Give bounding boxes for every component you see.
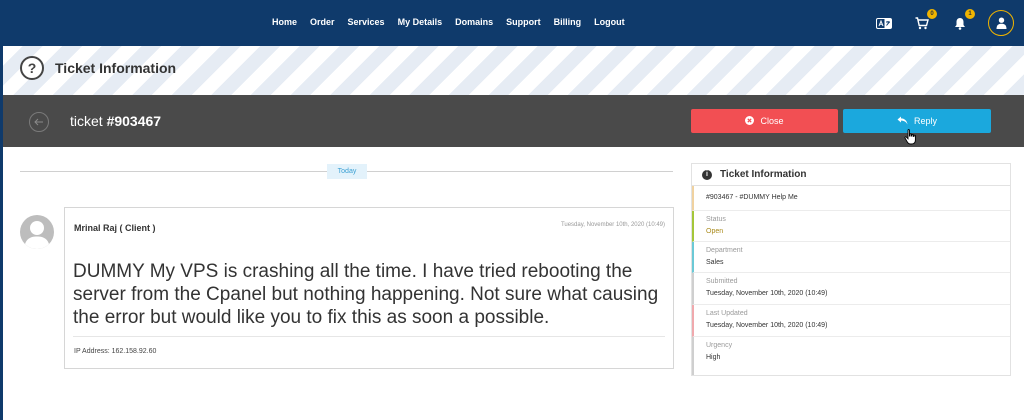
user-icon[interactable]	[988, 10, 1014, 36]
back-arrow-icon[interactable]	[29, 112, 49, 132]
ticket-number: #903467	[106, 113, 162, 129]
info-icon: i	[702, 169, 712, 180]
last-updated-row: Last Updated Tuesday, November 10th, 202…	[692, 305, 1010, 337]
translate-icon[interactable]	[874, 13, 894, 33]
close-ticket-button[interactable]: Close	[691, 109, 838, 133]
message-timestamp: Tuesday, November 10th, 2020 (10:49)	[560, 222, 665, 228]
cursor-icon	[904, 129, 918, 145]
help-icon: ?	[20, 56, 44, 80]
cart-count-badge: 0	[927, 9, 937, 19]
submitted-row: Submitted Tuesday, November 10th, 2020 (…	[692, 273, 1010, 305]
department-label: Department	[706, 247, 743, 254]
nav-home[interactable]: Home	[272, 17, 297, 27]
close-button-label: Close	[760, 116, 784, 126]
day-divider-label: Today	[327, 164, 367, 179]
close-circle-icon	[745, 115, 755, 127]
avatar	[20, 215, 54, 249]
last-updated-value: Tuesday, November 10th, 2020 (10:49)	[706, 322, 828, 329]
nav-my-details[interactable]: My Details	[398, 17, 443, 27]
department-row: Department Sales	[692, 242, 1010, 273]
department-value: Sales	[706, 259, 724, 266]
message-divider	[73, 336, 665, 337]
message-body: DUMMY My VPS is crashing all the time. I…	[73, 261, 659, 328]
reply-icon	[897, 116, 908, 127]
top-navbar: Home Order Services My Details Domains S…	[0, 0, 1024, 46]
main-nav: Home Order Services My Details Domains S…	[272, 17, 638, 27]
ticket-reference: #903467 - #DUMMY Help Me	[706, 194, 798, 201]
ticket-info-panel: i Ticket Information #903467 - #DUMMY He…	[691, 163, 1011, 376]
ticket-info-header: i Ticket Information	[692, 164, 1010, 186]
nav-icon-group: 0 1	[856, 9, 1014, 36]
ticket-heading: ticket #903467	[70, 113, 161, 129]
nav-domains[interactable]: Domains	[455, 17, 493, 27]
nav-services[interactable]: Services	[348, 17, 385, 27]
nav-order[interactable]: Order	[310, 17, 335, 27]
nav-support[interactable]: Support	[506, 17, 541, 27]
urgency-label: Urgency	[706, 342, 733, 349]
reply-button-label: Reply	[913, 116, 937, 126]
urgency-value: High	[706, 354, 721, 361]
ticket-info-title: Ticket Information	[720, 169, 807, 180]
page-title: Ticket Information	[55, 60, 177, 76]
message-author: Mrinal Raj ( Client )	[74, 223, 156, 233]
urgency-row: Urgency High	[692, 337, 1010, 375]
ticket-reference-row: #903467 - #DUMMY Help Me	[692, 186, 1010, 211]
submitted-value: Tuesday, November 10th, 2020 (10:49)	[706, 290, 828, 297]
message-ip-address: IP Address: 162.158.92.60	[74, 348, 157, 355]
cart-icon[interactable]: 0	[912, 9, 937, 33]
submitted-label: Submitted	[706, 278, 738, 285]
nav-logout[interactable]: Logout	[594, 17, 625, 27]
last-updated-label: Last Updated	[706, 310, 748, 317]
page-header-banner: ? Ticket Information	[3, 46, 1024, 95]
ticket-toolbar: ticket #903467 Close Reply	[3, 95, 1024, 147]
status-value: Open	[706, 228, 724, 235]
message-card: Mrinal Raj ( Client ) Tuesday, November …	[64, 207, 674, 369]
nav-billing[interactable]: Billing	[554, 17, 582, 27]
status-label: Status	[706, 216, 726, 223]
ticket-title-prefix: ticket	[70, 113, 107, 129]
bell-icon[interactable]: 1	[950, 9, 975, 33]
notification-count-badge: 1	[965, 9, 975, 19]
status-row: Status Open	[692, 211, 1010, 242]
